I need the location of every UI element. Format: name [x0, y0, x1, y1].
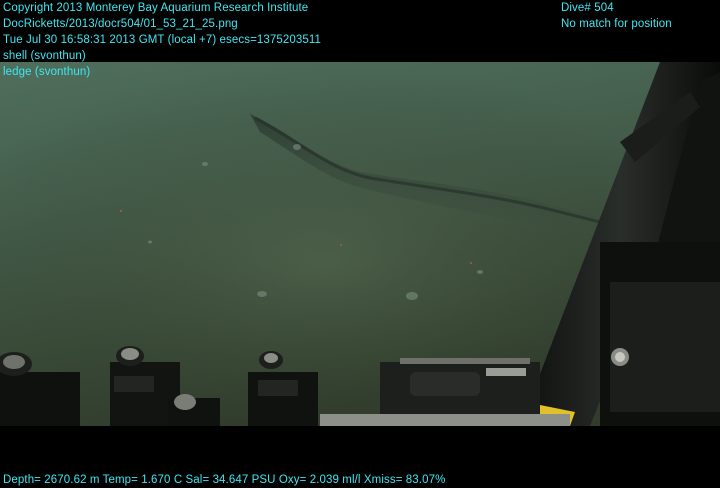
overlay-header-right: Dive# 504 No match for position — [561, 0, 672, 32]
seafloor-video-image — [0, 62, 720, 426]
annotation-ledge: ledge (svonthun) — [3, 66, 91, 78]
dive-number: Dive# 504 — [561, 2, 614, 14]
video-frame: Copyright 2013 Monterey Bay Aquarium Res… — [0, 0, 720, 486]
position-status: No match for position — [561, 18, 672, 30]
filename-text: DocRicketts/2013/docr504/01_53_21_25.png — [3, 18, 238, 30]
copyright-text: Copyright 2013 Monterey Bay Aquarium Res… — [3, 2, 309, 14]
annotation-shell: shell (svonthun) — [3, 50, 86, 62]
overlay-header-left: Copyright 2013 Monterey Bay Aquarium Res… — [3, 0, 321, 80]
timestamp-text: Tue Jul 30 16:58:31 2013 GMT (local +7) … — [3, 34, 322, 46]
